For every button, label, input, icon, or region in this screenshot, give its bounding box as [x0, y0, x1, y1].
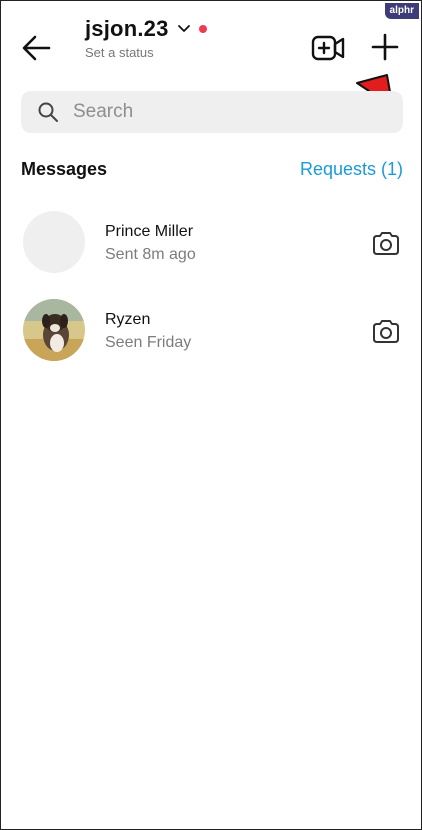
- conversation-row[interactable]: Ryzen Seen Friday: [1, 289, 421, 377]
- video-call-add-icon[interactable]: [311, 33, 345, 63]
- conversation-list: Prince Miller Sent 8m ago Ryzen Seen Fri…: [1, 201, 421, 377]
- conversation-name: Ryzen: [105, 311, 151, 328]
- camera-icon[interactable]: [371, 318, 401, 344]
- account-switcher[interactable]: jsjon.23 Set a status: [85, 16, 207, 60]
- app-frame: alphr jsjon.23 Set a status Search Messa…: [0, 0, 422, 830]
- messages-heading: Messages: [21, 159, 108, 179]
- camera-icon[interactable]: [371, 230, 401, 256]
- avatar[interactable]: [23, 211, 85, 273]
- requests-link[interactable]: Requests (1): [300, 159, 403, 180]
- top-bar: jsjon.23 Set a status: [1, 1, 421, 130]
- back-arrow-icon[interactable]: [19, 31, 53, 65]
- chevron-down-icon[interactable]: [177, 22, 191, 36]
- search-icon: [38, 102, 58, 122]
- conversation-row[interactable]: Prince Miller Sent 8m ago: [1, 201, 421, 289]
- search-placeholder: Search: [73, 101, 134, 122]
- conversation-status: Sent 8m ago: [105, 246, 196, 263]
- notification-dot: [198, 25, 207, 33]
- conversation-name: Prince Miller: [105, 223, 194, 240]
- conversation-status: Seen Friday: [105, 334, 192, 351]
- set-status-link[interactable]: Set a status: [85, 45, 207, 60]
- dog-photo-avatar: [23, 299, 85, 361]
- username-title[interactable]: jsjon.23: [85, 16, 169, 42]
- avatar[interactable]: [23, 299, 85, 361]
- plus-icon[interactable]: [369, 31, 401, 63]
- search-input[interactable]: Search: [21, 91, 403, 133]
- messages-section-header: Messages Requests (1): [21, 159, 403, 185]
